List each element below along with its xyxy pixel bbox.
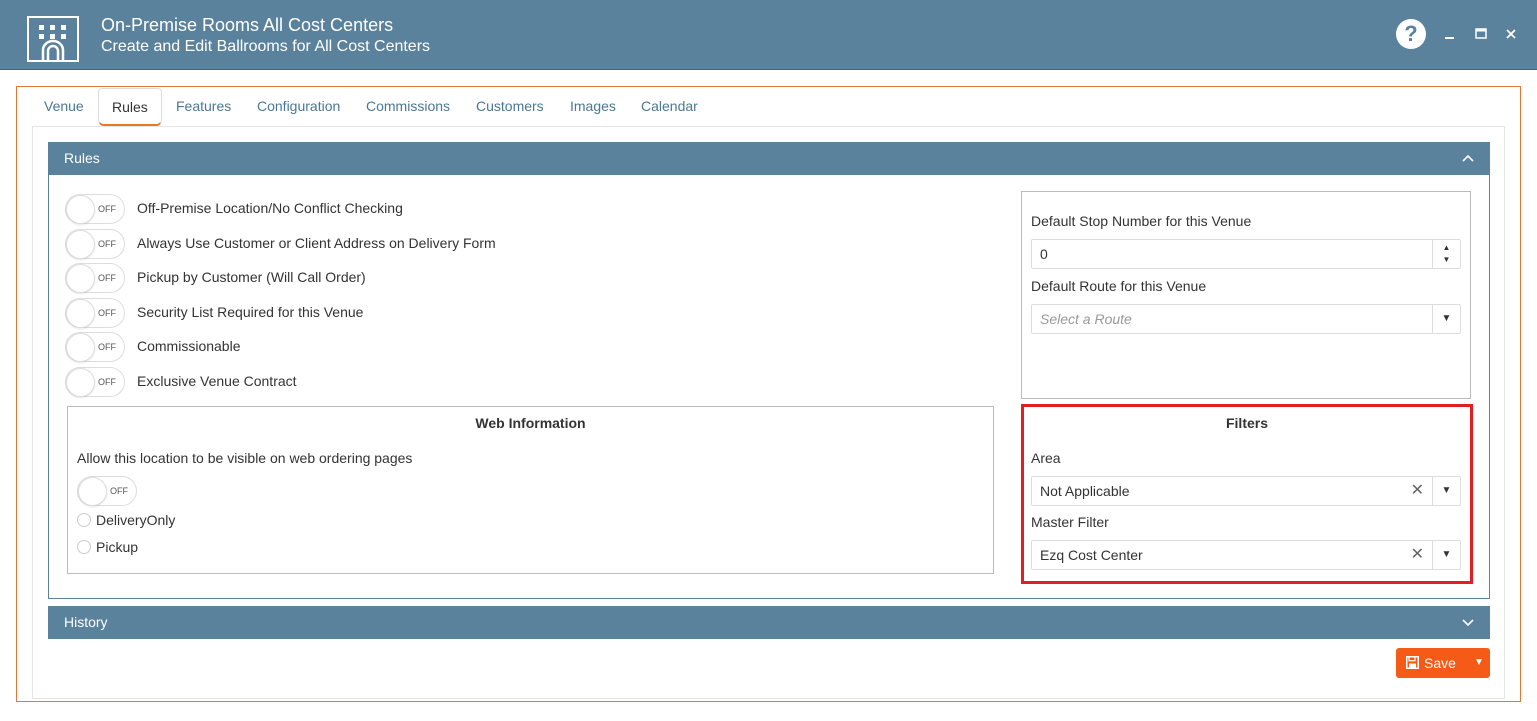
page-title: On-Premise Rooms All Cost Centers bbox=[101, 15, 394, 35]
off-premise-label: Off-Premise Location/No Conflict Checkin… bbox=[137, 200, 403, 216]
web-information-title: Web Information bbox=[475, 415, 586, 431]
dropdown-arrow-icon[interactable]: ▼ bbox=[1432, 305, 1460, 333]
tab-venue[interactable]: Venue bbox=[44, 88, 84, 126]
rules-panel-header[interactable]: Rules bbox=[48, 142, 1490, 175]
pickup-toggle[interactable]: OFF bbox=[65, 263, 125, 293]
filters-title: Filters bbox=[1225, 415, 1268, 431]
exclusive-contract-toggle[interactable]: OFF bbox=[65, 367, 125, 397]
floppy-disk-icon bbox=[1406, 656, 1419, 669]
save-button[interactable]: Save ▼ bbox=[1396, 648, 1490, 678]
stop-number-input[interactable]: 0 ▲ ▼ bbox=[1031, 239, 1461, 269]
building-icon bbox=[27, 16, 79, 62]
master-filter-label: Master Filter bbox=[1031, 514, 1109, 530]
area-select[interactable]: Not Applicable ✕ ▼ bbox=[1031, 476, 1461, 506]
area-label: Area bbox=[1031, 450, 1061, 466]
web-visible-toggle[interactable]: OFF bbox=[77, 476, 137, 506]
dropdown-arrow-icon[interactable]: ▼ bbox=[1432, 541, 1460, 569]
close-icon[interactable] bbox=[1501, 24, 1521, 44]
tab-customers[interactable]: Customers bbox=[476, 88, 544, 126]
radio-button[interactable] bbox=[77, 513, 91, 527]
title-bar: On-Premise Rooms All Cost Centers Create… bbox=[0, 0, 1537, 70]
maximize-icon[interactable] bbox=[1471, 24, 1491, 44]
stepper-arrows-icon[interactable]: ▲ ▼ bbox=[1432, 240, 1460, 268]
minimize-icon[interactable] bbox=[1440, 24, 1460, 44]
customer-address-toggle[interactable]: OFF bbox=[65, 229, 125, 259]
pickup-label: Pickup by Customer (Will Call Order) bbox=[137, 269, 366, 285]
tab-calendar[interactable]: Calendar bbox=[641, 88, 698, 126]
stop-number-label: Default Stop Number for this Venue bbox=[1031, 213, 1252, 229]
tab-features[interactable]: Features bbox=[176, 88, 231, 126]
clear-icon[interactable]: ✕ bbox=[1411, 541, 1424, 569]
save-button-label: Save bbox=[1424, 655, 1456, 671]
web-information-box: Web Information bbox=[67, 406, 994, 574]
tab-images[interactable]: Images bbox=[570, 88, 616, 126]
exclusive-contract-label: Exclusive Venue Contract bbox=[137, 373, 297, 389]
route-select[interactable]: Select a Route ▼ bbox=[1031, 304, 1461, 334]
help-icon[interactable]: ? bbox=[1396, 19, 1426, 49]
web-visible-label: Allow this location to be visible on web… bbox=[77, 450, 413, 466]
commissionable-label: Commissionable bbox=[137, 338, 241, 354]
save-dropdown-arrow-icon[interactable]: ▼ bbox=[1468, 655, 1490, 671]
tab-configuration[interactable]: Configuration bbox=[257, 88, 340, 126]
clear-icon[interactable]: ✕ bbox=[1411, 477, 1424, 505]
dropdown-arrow-icon[interactable]: ▼ bbox=[1432, 477, 1460, 505]
security-list-toggle[interactable]: OFF bbox=[65, 298, 125, 328]
off-premise-toggle[interactable]: OFF bbox=[65, 194, 125, 224]
commissionable-toggle[interactable]: OFF bbox=[65, 332, 125, 362]
security-list-label: Security List Required for this Venue bbox=[137, 304, 364, 320]
page-subtitle: Create and Edit Ballrooms for All Cost C… bbox=[101, 38, 431, 55]
customer-address-label: Always Use Customer or Client Address on… bbox=[137, 235, 496, 251]
radio-button[interactable] bbox=[77, 540, 91, 554]
history-panel-header[interactable]: History bbox=[48, 606, 1490, 639]
tab-rules[interactable]: Rules bbox=[98, 88, 162, 126]
route-label: Default Route for this Venue bbox=[1031, 278, 1207, 294]
history-panel-title: History bbox=[64, 614, 108, 630]
tab-commissions[interactable]: Commissions bbox=[366, 88, 450, 126]
chevron-down-icon[interactable] bbox=[1462, 606, 1474, 652]
master-filter-select[interactable]: Ezq Cost Center ✕ ▼ bbox=[1031, 540, 1461, 570]
rules-panel-title: Rules bbox=[64, 150, 100, 166]
